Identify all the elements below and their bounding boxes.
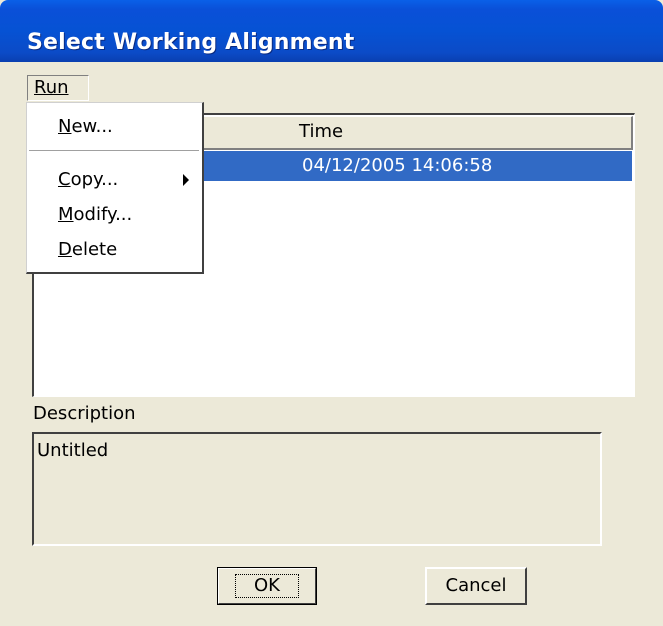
menu-separator xyxy=(29,150,199,152)
dialog-window: Select Working Alignment Run Time 04/12/… xyxy=(0,0,663,626)
menu-item-delete[interactable]: Delete xyxy=(27,234,201,266)
menu-item-copy[interactable]: Copy... xyxy=(27,164,201,196)
submenu-arrow-icon xyxy=(183,174,189,186)
list-row[interactable]: 04/12/2005 14:06:58 xyxy=(200,151,632,181)
window-title: Select Working Alignment xyxy=(27,30,355,55)
run-menu-dropdown: New... Copy... Modify... Delete xyxy=(26,102,204,274)
menu-run[interactable]: Run xyxy=(27,75,89,101)
menu-bar xyxy=(0,62,663,102)
column-header-time[interactable]: Time xyxy=(200,116,633,150)
menu-item-new[interactable]: New... xyxy=(27,111,201,143)
title-bar[interactable]: Select Working Alignment xyxy=(0,0,663,62)
menu-run-label: Run xyxy=(34,77,69,98)
ok-button[interactable]: OK xyxy=(217,567,317,605)
description-field[interactable]: Untitled xyxy=(32,432,602,546)
menu-item-modify[interactable]: Modify... xyxy=(27,199,201,231)
ok-button-label: OK xyxy=(235,574,299,598)
description-label: Description xyxy=(33,403,136,424)
cancel-button[interactable]: Cancel xyxy=(425,567,527,605)
